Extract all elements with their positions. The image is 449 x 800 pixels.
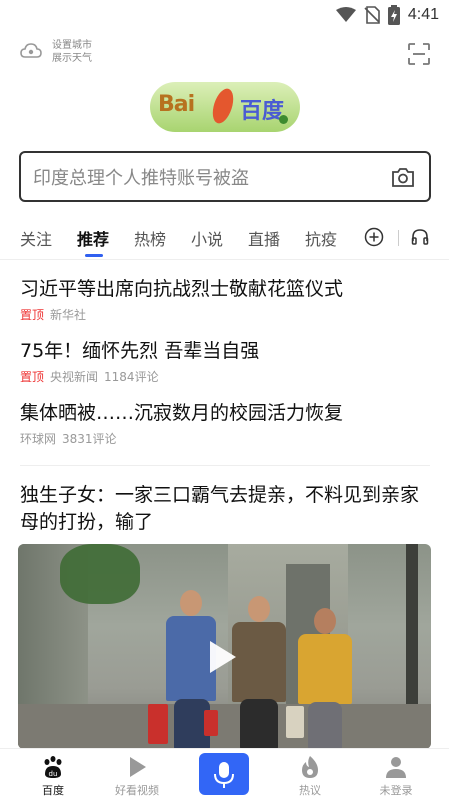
- add-channel-icon[interactable]: [364, 227, 384, 247]
- person-man-old: [232, 622, 286, 702]
- wifi-icon: [335, 7, 356, 22]
- news-source: 环球网: [20, 432, 57, 446]
- voice-search-button[interactable]: [199, 753, 249, 795]
- tab-anti-epidemic[interactable]: 抗疫: [305, 226, 337, 250]
- comment-count: 3831评论: [62, 432, 117, 446]
- section-divider: [20, 465, 430, 466]
- weather-line-2: 展示天气: [52, 53, 92, 64]
- list-item[interactable]: 75年！缅怀先烈 吾辈当自强 置顶 央视新闻 1184评论: [20, 338, 430, 385]
- news-source: 新华社: [50, 308, 87, 322]
- logo-dot-icon: [279, 115, 288, 124]
- weather-text: 设置城市 展示天气: [52, 39, 92, 65]
- nav-label: 未登录: [379, 784, 413, 797]
- tab-hot-list[interactable]: 热榜: [134, 226, 166, 250]
- person-legs: [240, 699, 278, 749]
- scene-ground: [18, 704, 431, 749]
- nav-home[interactable]: du 百度: [13, 749, 93, 800]
- nav-video[interactable]: 好看视频: [97, 749, 177, 800]
- logo-baidu-text: 百度: [240, 99, 285, 124]
- headphone-icon[interactable]: [410, 227, 430, 247]
- microphone-icon: [214, 762, 234, 788]
- person-man-young: [166, 616, 216, 701]
- video-thumbnail[interactable]: [18, 544, 431, 749]
- bottom-nav: du 百度 好看视频 热议 未登录: [0, 748, 449, 800]
- search-input[interactable]: [33, 165, 383, 191]
- gift-bag: [204, 710, 218, 736]
- video-play-icon: [130, 757, 146, 777]
- news-meta: 置顶 新华社: [20, 306, 430, 323]
- weather-line-1: 设置城市: [52, 40, 92, 51]
- pinned-tag: 置顶: [20, 370, 45, 384]
- weather-widget[interactable]: 设置城市 展示天气: [20, 39, 92, 65]
- news-meta: 置顶 央视新闻 1184评论: [20, 368, 430, 385]
- person-head: [180, 590, 202, 616]
- baidu-paw-icon: du: [44, 756, 62, 778]
- gift-bag: [286, 706, 304, 738]
- search-box: [19, 151, 431, 202]
- tab-follow[interactable]: 关注: [20, 226, 52, 250]
- list-item[interactable]: 集体晒被……沉寂数月的校园活力恢复 环球网 3831评论: [20, 400, 430, 447]
- tab-separator: [398, 230, 399, 246]
- scene-tree: [60, 544, 140, 604]
- status-time: 4:41: [407, 6, 439, 23]
- news-title: 习近平等出席向抗战烈士敬献花篮仪式: [20, 278, 344, 300]
- no-sim-icon: [364, 6, 380, 24]
- channel-tabs: 关注 推荐 热榜 小说 直播 抗疫: [0, 222, 449, 257]
- comment-count: 1184评论: [104, 370, 159, 384]
- person-head: [248, 596, 270, 622]
- nav-discuss[interactable]: 热议: [270, 749, 350, 800]
- tabs-divider: [0, 259, 449, 260]
- news-meta: 环球网 3831评论: [20, 430, 430, 447]
- person-woman: [298, 634, 352, 704]
- pinned-tag: 置顶: [20, 308, 45, 322]
- status-bar: 4:41: [0, 0, 449, 32]
- list-item[interactable]: 习近平等出席向抗战烈士敬献花篮仪式 置顶 新华社: [20, 276, 430, 323]
- active-tab-indicator: [85, 254, 103, 257]
- svg-text:du: du: [49, 770, 58, 778]
- play-icon[interactable]: [210, 641, 236, 673]
- camera-icon[interactable]: [391, 166, 415, 188]
- tab-recommend[interactable]: 推荐: [77, 226, 109, 250]
- nav-label: 热议: [299, 784, 321, 797]
- feature-title[interactable]: 独生子女：一家三口霸气去提亲，不料见到亲家母的打扮，输了: [20, 482, 430, 536]
- battery-charging-icon: [387, 5, 400, 25]
- news-title: 集体晒被……沉寂数月的校园活力恢复: [20, 402, 344, 424]
- nav-label: 百度: [42, 784, 64, 797]
- logo-bai-text: Bai: [158, 92, 195, 117]
- user-icon: [386, 757, 406, 778]
- person-legs: [308, 702, 342, 749]
- tab-live[interactable]: 直播: [248, 226, 280, 250]
- fire-icon: [302, 756, 318, 778]
- nav-label: 好看视频: [115, 784, 159, 797]
- status-icons: 4:41: [335, 5, 439, 25]
- nav-profile[interactable]: 未登录: [356, 749, 436, 800]
- scan-icon[interactable]: [407, 42, 431, 66]
- gift-bag: [148, 704, 168, 744]
- doodle-fish-icon: [208, 86, 238, 126]
- news-title: 75年！缅怀先烈 吾辈当自强: [20, 340, 260, 362]
- news-source: 央视新闻: [50, 370, 99, 384]
- person-head: [314, 608, 336, 634]
- header: 设置城市 展示天气: [0, 32, 449, 76]
- cloud-location-icon: [20, 43, 42, 58]
- tab-novel[interactable]: 小说: [191, 226, 223, 250]
- baidu-doodle-logo[interactable]: Bai 百度: [150, 82, 300, 132]
